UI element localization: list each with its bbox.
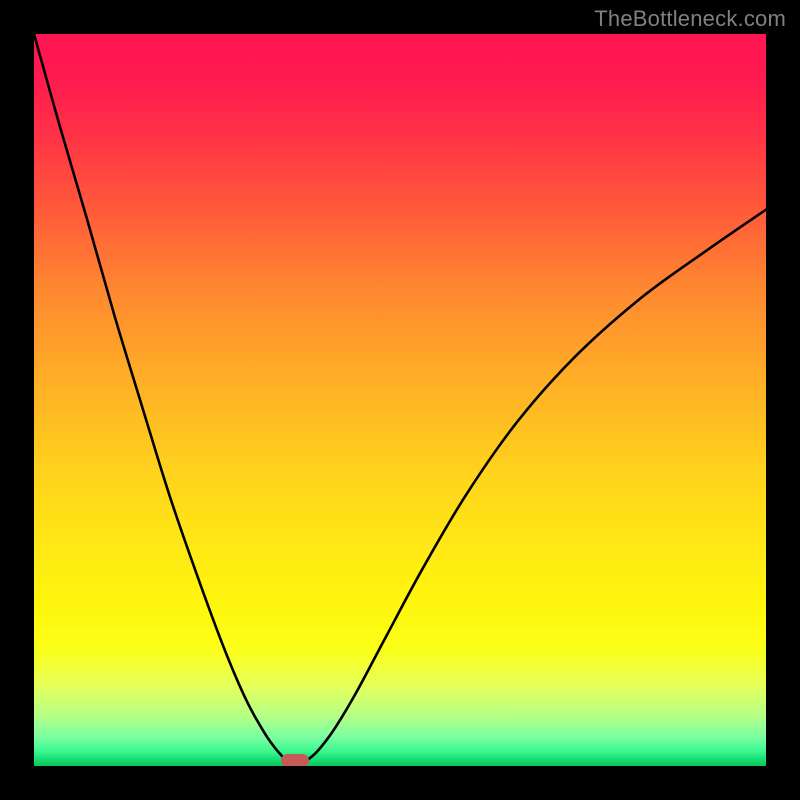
plot-area	[34, 34, 766, 766]
bottleneck-curve	[34, 34, 766, 766]
chart-frame: TheBottleneck.com	[0, 0, 800, 800]
watermark-text: TheBottleneck.com	[594, 6, 786, 32]
curve-svg	[34, 34, 766, 766]
optimal-marker	[281, 754, 309, 766]
